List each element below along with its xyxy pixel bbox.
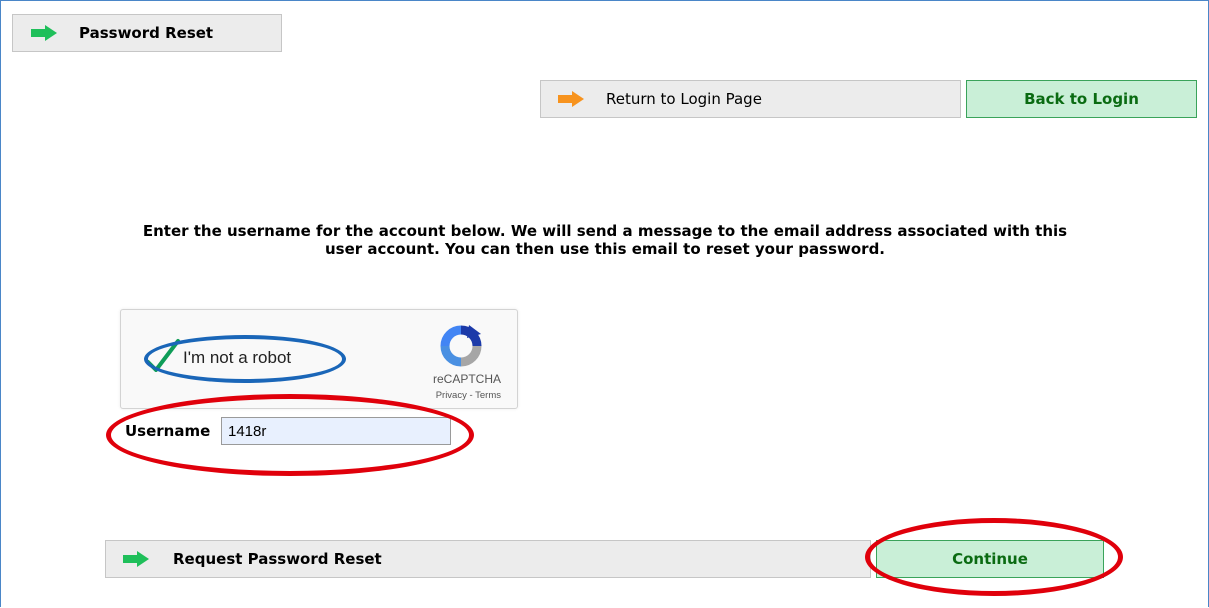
green-arrow-icon	[123, 551, 149, 567]
instructions-line-1: Enter the username for the account below…	[142, 222, 1068, 240]
recaptcha-logo-icon	[440, 325, 482, 367]
continue-button[interactable]: Continue	[876, 540, 1104, 578]
recaptcha-links: Privacy - Terms	[436, 390, 501, 401]
orange-arrow-icon	[558, 91, 584, 107]
header-bar: Password Reset	[12, 14, 282, 52]
back-to-login-label: Back to Login	[1024, 90, 1139, 108]
return-login-bar: Return to Login Page	[540, 80, 961, 118]
request-reset-label: Request Password Reset	[173, 550, 382, 568]
recaptcha-brand: reCAPTCHA	[432, 372, 501, 386]
return-login-label: Return to Login Page	[606, 90, 762, 108]
recaptcha-link-separator: -	[469, 390, 473, 401]
instructions-line-2: user account. You can then use this emai…	[324, 240, 886, 258]
back-to-login-button[interactable]: Back to Login	[966, 80, 1197, 118]
username-input[interactable]	[221, 417, 451, 445]
recaptcha-label[interactable]: I'm not a robot	[183, 348, 291, 368]
request-reset-bar: Request Password Reset	[105, 540, 871, 578]
checkmark-icon[interactable]	[145, 338, 181, 372]
recaptcha-terms-link[interactable]: Terms	[475, 390, 501, 401]
recaptcha-widget: I'm not a robot reCAPTCHA Privacy - Term…	[120, 309, 518, 409]
instructions-text: Enter the username for the account below…	[90, 222, 1120, 258]
recaptcha-privacy-link[interactable]: Privacy	[436, 390, 467, 401]
continue-label: Continue	[952, 550, 1028, 568]
green-arrow-icon	[31, 25, 57, 41]
username-label: Username	[125, 422, 211, 440]
page-title: Password Reset	[79, 24, 214, 42]
